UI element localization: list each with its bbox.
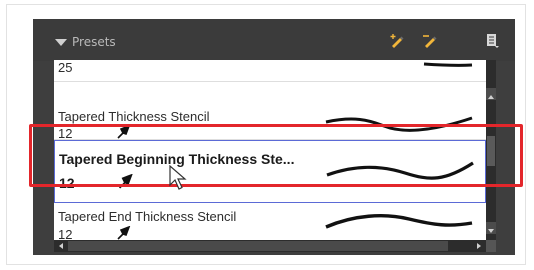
presets-header: Presets (33, 19, 515, 61)
collapse-triangle-icon[interactable] (55, 38, 67, 46)
new-preset-icon[interactable] (389, 33, 405, 53)
scroll-down-button[interactable] (486, 222, 496, 234)
horizontal-scroll-thumb[interactable] (68, 241, 448, 251)
list-item[interactable]: Tapered End Thickness Stencil 12 (54, 203, 486, 240)
list-item[interactable]: 25 (54, 60, 486, 82)
presets-menu-icon[interactable] (486, 33, 500, 53)
scroll-right-icon[interactable] (474, 241, 484, 251)
scroll-up-button[interactable] (486, 88, 496, 100)
scroll-corner (486, 240, 496, 252)
presets-title: Presets (72, 35, 116, 49)
presets-toggle[interactable]: Presets (55, 35, 116, 49)
mouse-cursor-icon (169, 165, 187, 190)
selection-highlight-box (29, 124, 523, 187)
preset-size: 12 (58, 227, 73, 240)
stroke-preview (423, 62, 473, 67)
stencil-pin-icon (117, 226, 131, 240)
preset-name: Tapered End Thickness Stencil (58, 209, 237, 224)
preset-name: Tapered Thickness Stencil (58, 109, 210, 124)
rename-preset-icon[interactable] (422, 33, 438, 53)
preset-size: 25 (58, 60, 73, 75)
scroll-left-icon[interactable] (56, 241, 66, 251)
stroke-preview (325, 214, 473, 229)
horizontal-scrollbar[interactable] (54, 240, 496, 252)
